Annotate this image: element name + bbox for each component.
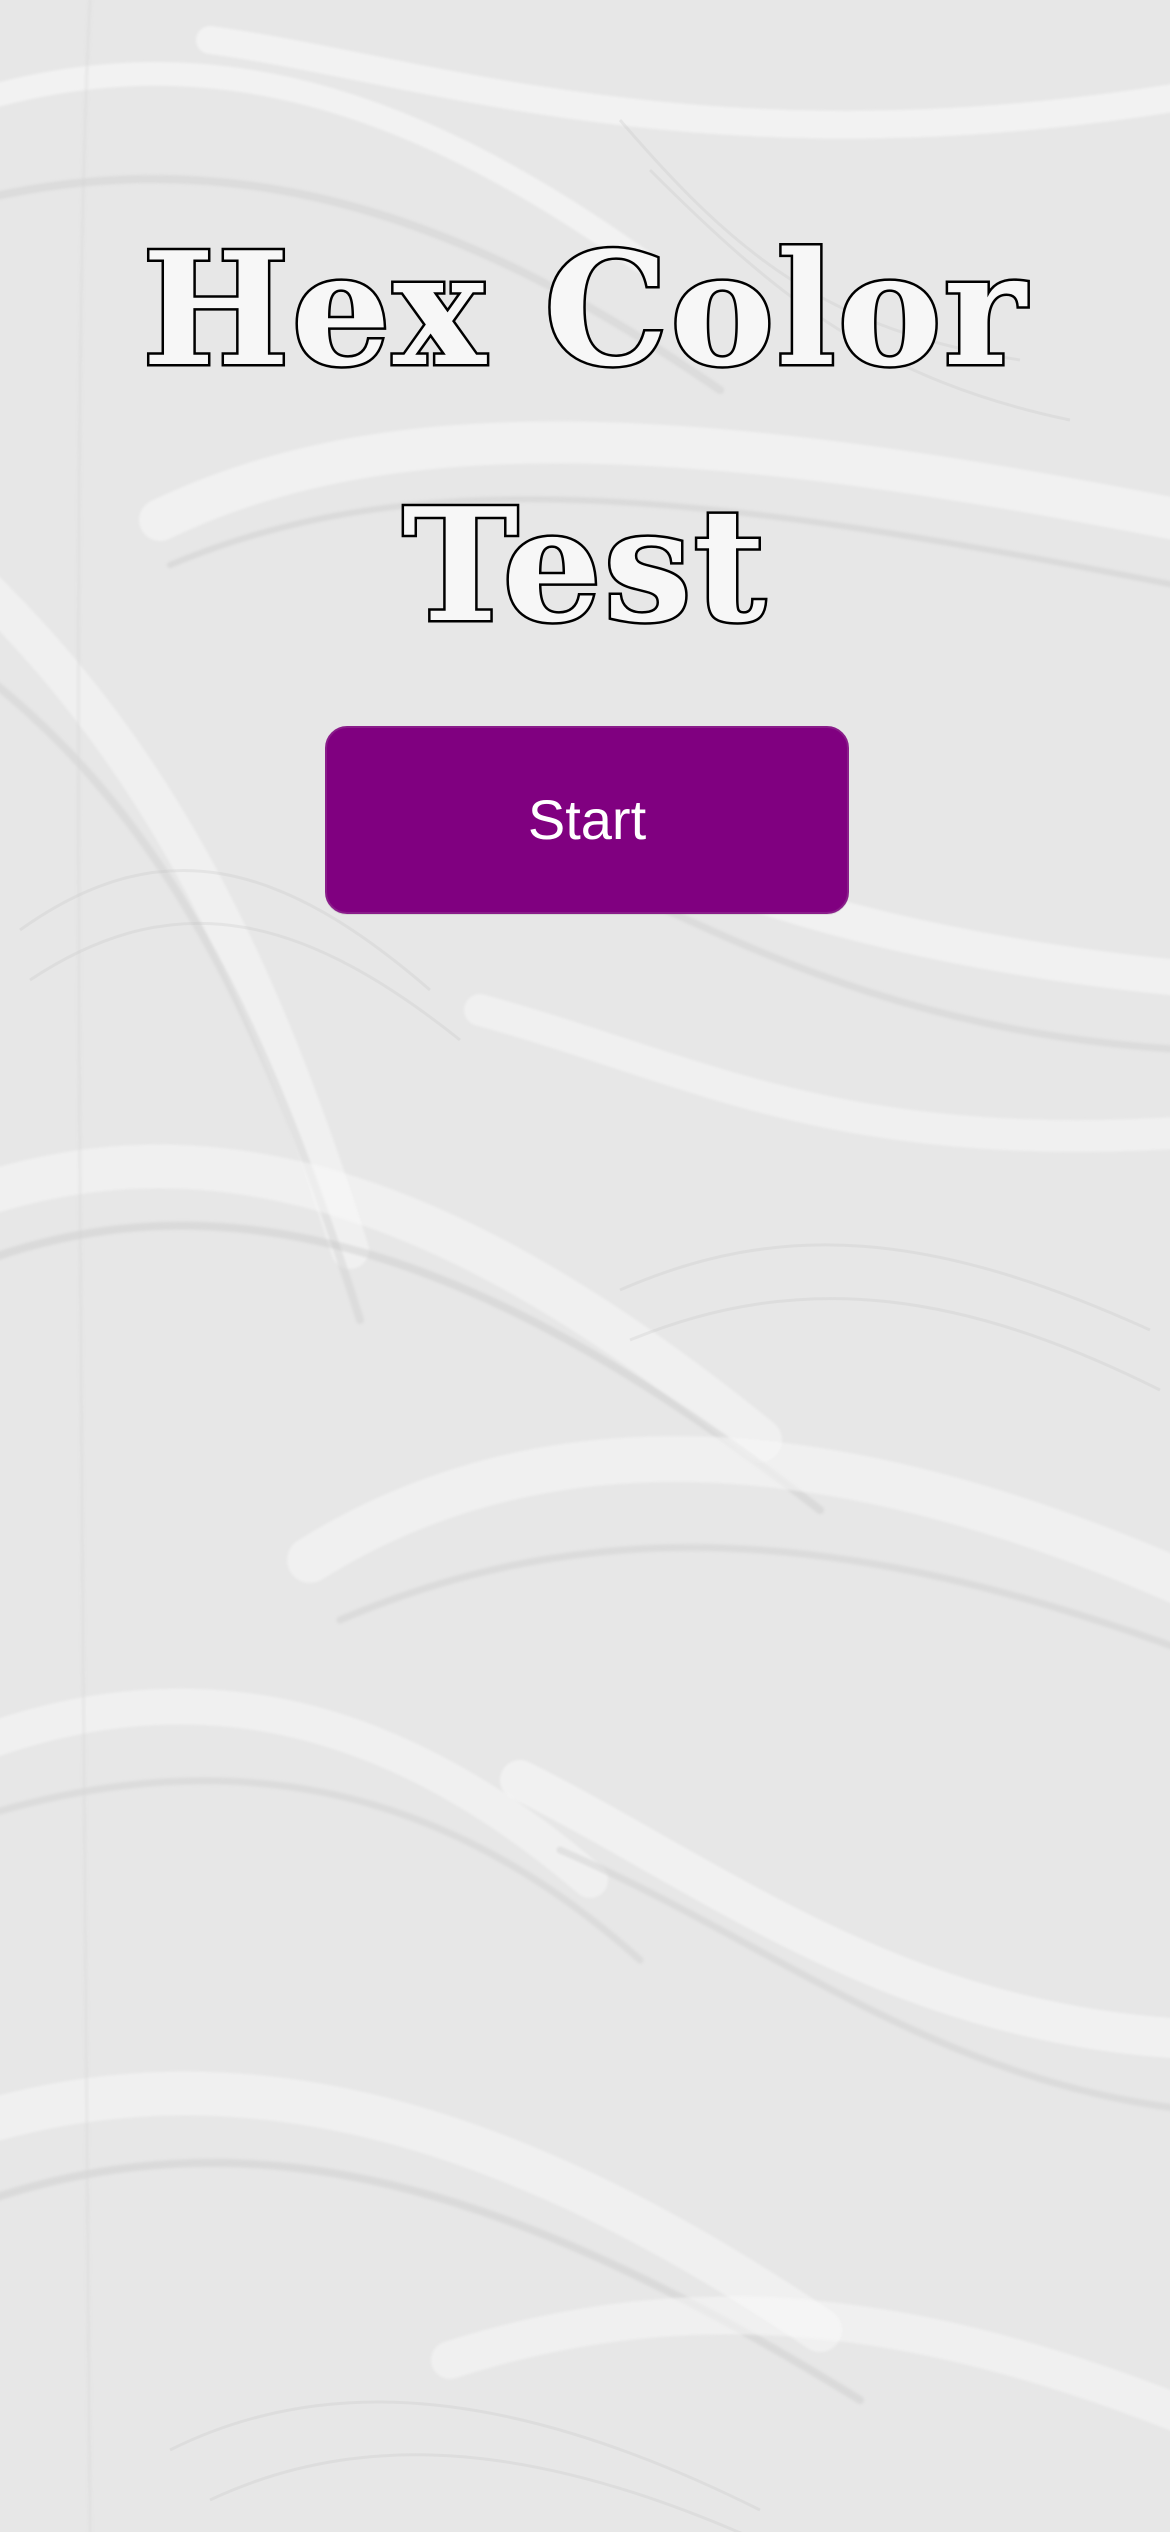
hex-color-test-start-screen: Hex Color Test Start (0, 0, 1170, 2532)
start-button-label: Start (527, 788, 647, 851)
start-button[interactable]: Start (325, 726, 849, 914)
app-title-line-2: Test (400, 472, 768, 660)
app-title: Hex Color Test (0, 182, 1170, 694)
app-title-line-1: Hex Color (140, 216, 1029, 404)
